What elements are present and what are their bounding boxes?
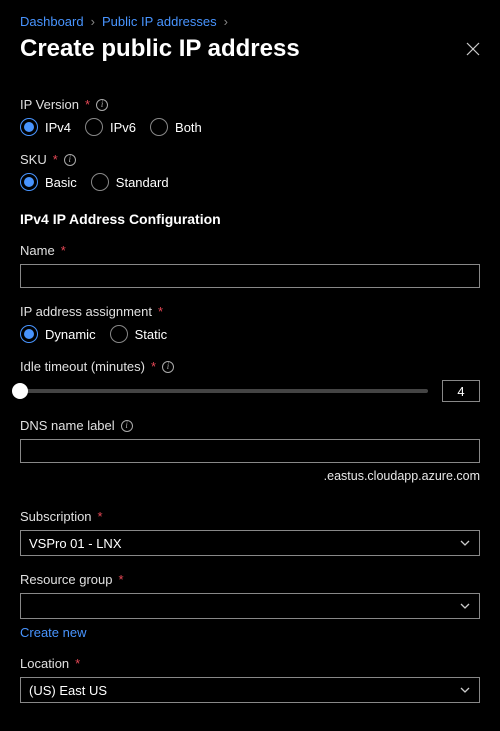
sku-label: SKU* i: [20, 152, 480, 167]
radio-basic[interactable]: Basic: [20, 173, 77, 191]
chevron-down-icon: [459, 684, 471, 696]
radio-both[interactable]: Both: [150, 118, 202, 136]
info-icon[interactable]: i: [162, 361, 174, 373]
assignment-radios: Dynamic Static: [20, 325, 480, 343]
idle-timeout-slider[interactable]: [20, 382, 428, 400]
sku-radios: Basic Standard: [20, 173, 480, 191]
chevron-right-icon: ›: [91, 14, 95, 29]
radio-static[interactable]: Static: [110, 325, 168, 343]
location-select[interactable]: (US) East US: [20, 677, 480, 703]
dns-suffix: .eastus.cloudapp.azure.com: [20, 469, 480, 483]
close-icon[interactable]: [466, 42, 480, 56]
ipv4-config-heading: IPv4 IP Address Configuration: [20, 211, 480, 227]
idle-timeout-label: Idle timeout (minutes)* i: [20, 359, 480, 374]
radio-ipv6[interactable]: IPv6: [85, 118, 136, 136]
info-icon[interactable]: i: [121, 420, 133, 432]
radio-standard[interactable]: Standard: [91, 173, 169, 191]
chevron-right-icon: ›: [224, 14, 228, 29]
slider-thumb[interactable]: [12, 383, 28, 399]
ip-version-radios: IPv4 IPv6 Both: [20, 118, 480, 136]
chevron-down-icon: [459, 537, 471, 549]
idle-timeout-value: 4: [442, 380, 480, 402]
info-icon[interactable]: i: [64, 154, 76, 166]
resource-group-label: Resource group*: [20, 572, 480, 587]
chevron-down-icon: [459, 600, 471, 612]
breadcrumb-public-ips[interactable]: Public IP addresses: [102, 14, 217, 29]
subscription-select[interactable]: VSPro 01 - LNX: [20, 530, 480, 556]
create-new-link[interactable]: Create new: [20, 625, 86, 640]
breadcrumb: Dashboard › Public IP addresses ›: [0, 0, 500, 35]
subscription-label: Subscription*: [20, 509, 480, 524]
name-input[interactable]: [20, 264, 480, 288]
radio-ipv4[interactable]: IPv4: [20, 118, 71, 136]
page-title: Create public IP address: [20, 35, 300, 63]
info-icon[interactable]: i: [96, 99, 108, 111]
dns-input[interactable]: [20, 439, 480, 463]
dns-label: DNS name label i: [20, 418, 480, 433]
location-label: Location*: [20, 656, 480, 671]
name-label: Name*: [20, 243, 480, 258]
ip-version-label: IP Version* i: [20, 97, 480, 112]
radio-dynamic[interactable]: Dynamic: [20, 325, 96, 343]
assignment-label: IP address assignment*: [20, 304, 480, 319]
breadcrumb-dashboard[interactable]: Dashboard: [20, 14, 84, 29]
title-bar: Create public IP address: [0, 35, 500, 79]
resource-group-select[interactable]: [20, 593, 480, 619]
